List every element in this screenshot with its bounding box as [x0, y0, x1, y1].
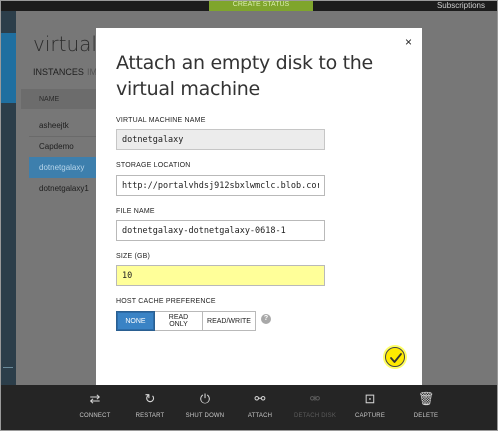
cache-read-only-option[interactable]: READ ONLY [155, 311, 203, 331]
attach-icon: ⚯ [254, 391, 266, 406]
attach-button[interactable]: ⚯ ATTACH [235, 389, 285, 419]
size-field[interactable] [116, 265, 325, 286]
connect-icon: ⇄ [89, 391, 101, 406]
storage-location-label: STORAGE LOCATION [116, 162, 191, 169]
left-navigation [1, 11, 16, 385]
detach-disk-button[interactable]: ⚮ DETACH DISK [290, 389, 340, 419]
capture-button[interactable]: ⊡ CAPTURE [345, 389, 395, 419]
restart-label: RESTART [135, 413, 165, 419]
help-icon[interactable]: ? [261, 314, 271, 324]
table-row[interactable]: Capdemo [29, 136, 101, 157]
command-bar: ⇄ CONNECT ↻ RESTART ⏻ SHUT DOWN ⚯ ATTACH… [1, 385, 497, 430]
connect-button[interactable]: ⇄ CONNECT [70, 389, 120, 419]
capture-icon: ⊡ [364, 391, 376, 406]
capture-label: CAPTURE [354, 413, 386, 419]
size-label: SIZE (GB) [116, 253, 151, 260]
table-row[interactable]: asheejtk [29, 115, 101, 136]
delete-icon: 🗑 [417, 391, 435, 406]
detach-icon: ⚮ [309, 391, 321, 406]
dialog-title: Attach an empty disk to the virtual mach… [116, 52, 373, 100]
detach-disk-label: DETACH DISK [293, 413, 337, 419]
storage-location-field[interactable] [116, 175, 325, 196]
top-bar: CREATE STATUS Subscriptions [1, 1, 497, 11]
host-cache-label: HOST CACHE PREFERENCE [116, 298, 216, 305]
file-name-label: FILE NAME [116, 208, 155, 215]
attach-label: ATTACH [247, 413, 273, 419]
shut-down-button[interactable]: ⏻ SHUT DOWN [180, 389, 230, 419]
power-icon: ⏻ [199, 391, 211, 406]
subscriptions-link[interactable]: Subscriptions [437, 1, 485, 10]
shut-down-label: SHUT DOWN [185, 413, 225, 419]
attach-disk-dialog: × Attach an empty disk to the virtual ma… [96, 28, 422, 385]
column-header-name: NAME [21, 89, 99, 109]
close-icon[interactable]: × [405, 35, 412, 49]
host-cache-toggle: NONE READ ONLY READ/WRITE [116, 311, 256, 331]
create-status-button[interactable]: CREATE STATUS [209, 1, 313, 11]
file-name-field[interactable] [116, 220, 325, 241]
checkmark-icon [390, 353, 402, 363]
tab-instances[interactable]: INSTANCES [33, 67, 84, 77]
vm-name-field [116, 129, 325, 150]
restart-button[interactable]: ↻ RESTART [125, 389, 175, 419]
nav-divider [3, 367, 13, 368]
restart-icon: ↻ [144, 391, 156, 406]
delete-button[interactable]: 🗑 DELETE [401, 389, 451, 419]
column-header-label: NAME [39, 96, 60, 103]
table-row[interactable]: dotnetgalaxy1 [29, 178, 101, 199]
vm-name-label: VIRTUAL MACHINE NAME [116, 117, 206, 124]
nav-selected-item[interactable] [1, 33, 16, 103]
connect-label: CONNECT [79, 413, 111, 419]
table-row-selected[interactable]: dotnetgalaxy [29, 157, 101, 178]
cache-none-option[interactable]: NONE [116, 311, 155, 331]
confirm-button[interactable] [385, 347, 405, 367]
delete-label: DELETE [413, 413, 439, 419]
cache-read-write-option[interactable]: READ/WRITE [203, 311, 256, 331]
